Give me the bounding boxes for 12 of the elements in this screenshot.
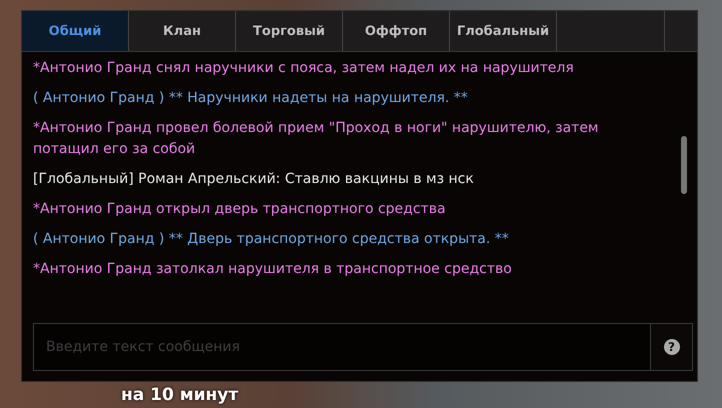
chat-message: *Антонио Гранд провел болевой прием "Проход в ноги" нарушителю, затем потащил его за собой <box>33 119 600 159</box>
chat-message: ( Антонио Гранд ) ** Наручники надеты на нарушителя. ** <box>33 89 469 108</box>
chat-message: [Глобальный] Роман Апрельский: Ставлю вакцины в мз нск <box>33 170 475 189</box>
chat-tab[interactable]: Общий <box>22 11 129 51</box>
help-button[interactable]: ? <box>650 324 692 370</box>
chat-message: *Антонио Гранд снял наручники с пояса, затем надел их на нарушителя <box>33 59 575 78</box>
background-text: на 10 минут <box>121 385 238 405</box>
scrollbar-thumb[interactable] <box>681 136 687 194</box>
chat-message: *Антонио Гранд открыл дверь транспортного средства <box>33 200 447 219</box>
chat-message: *Антонио Гранд затолкал нарушителя в транспортное средство <box>33 260 513 279</box>
chat-message: ( Антонио Гранд ) ** Дверь транспортного средства открыта. ** <box>33 230 510 249</box>
message-input-field[interactable]: Введите текст сообщения ? <box>33 323 693 371</box>
